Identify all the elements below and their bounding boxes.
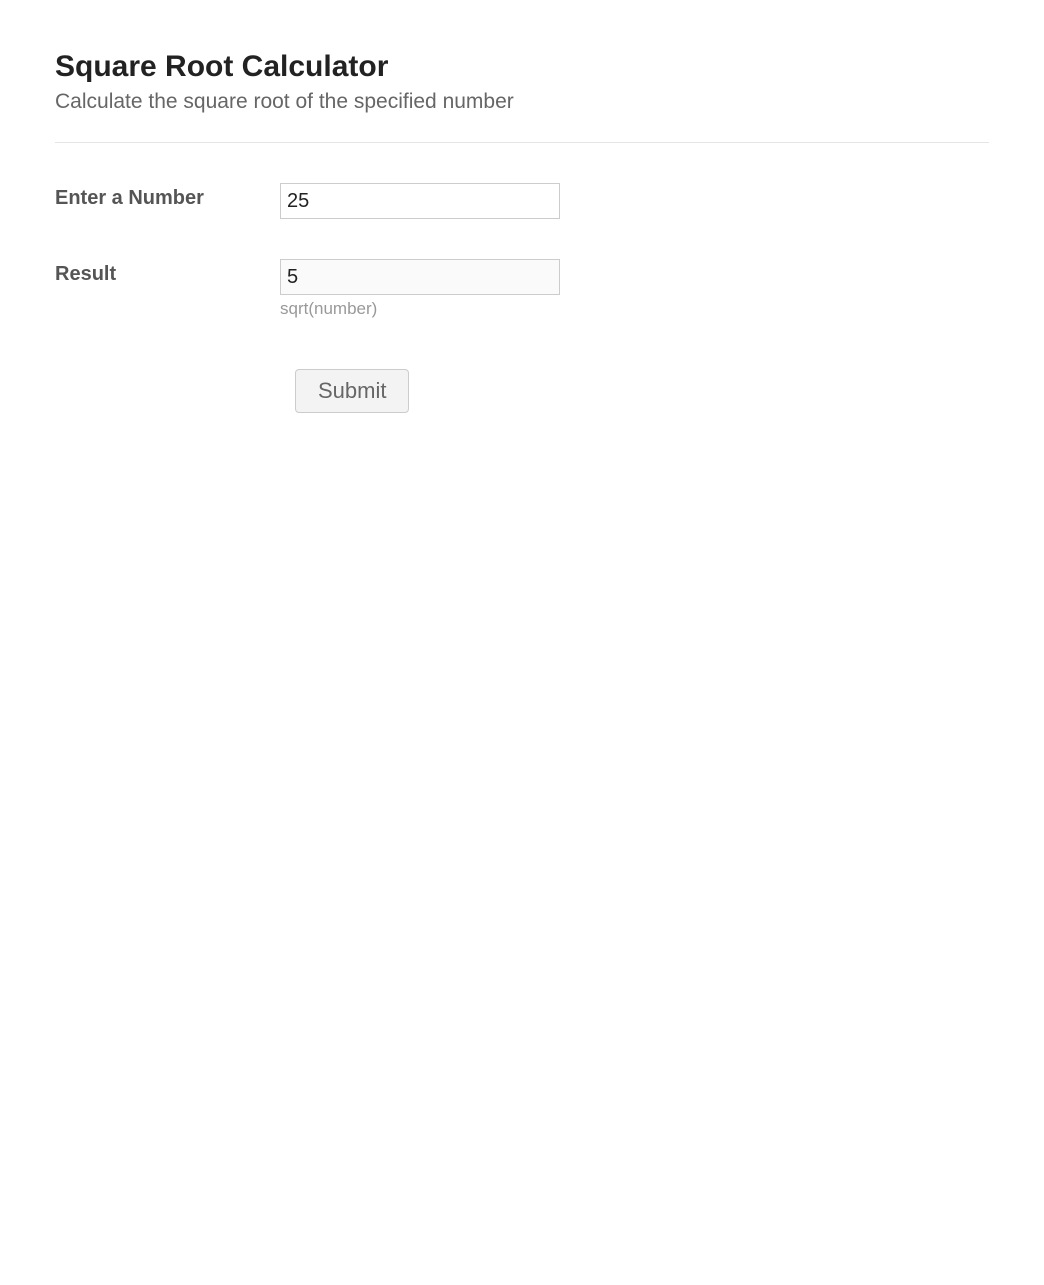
number-input[interactable] xyxy=(280,183,560,219)
result-label: Result xyxy=(55,259,280,286)
number-label: Enter a Number xyxy=(55,183,280,210)
result-control-wrap: sqrt(number) xyxy=(280,259,560,319)
header-divider xyxy=(55,142,989,143)
number-row: Enter a Number xyxy=(55,183,989,219)
submit-row: Submit xyxy=(55,369,989,413)
page-subtitle: Calculate the square root of the specifi… xyxy=(55,90,989,114)
number-control-wrap xyxy=(280,183,560,219)
result-output xyxy=(280,259,560,295)
result-row: Result sqrt(number) xyxy=(55,259,989,319)
submit-button[interactable]: Submit xyxy=(295,369,409,413)
submit-spacer xyxy=(55,369,280,413)
page-title: Square Root Calculator xyxy=(55,50,989,84)
result-help-text: sqrt(number) xyxy=(280,299,560,319)
